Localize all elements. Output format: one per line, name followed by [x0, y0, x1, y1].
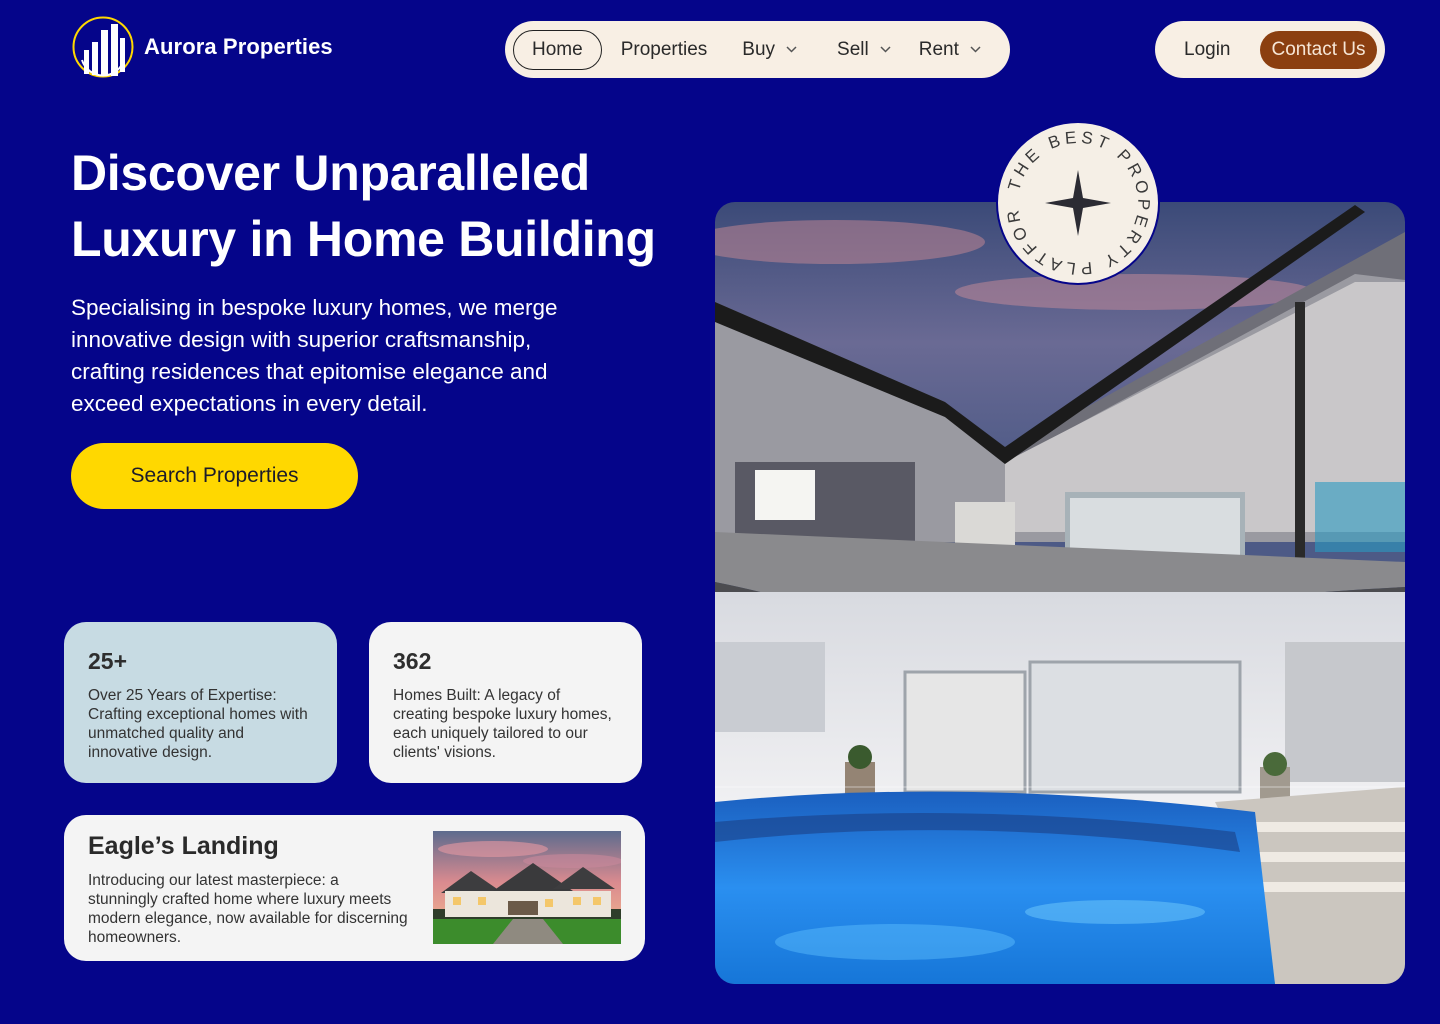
featured-property-card[interactable]: Eagle’s Landing Introducing our latest m… — [64, 815, 645, 961]
nav-properties-label: Properties — [620, 38, 708, 60]
brand-name: Aurora Properties — [144, 34, 333, 59]
best-platform-badge: THE BEST PROPERTY PLATFORM — [995, 120, 1160, 285]
page: Aurora Properties Home Properties Buy Se… — [0, 0, 1440, 1024]
contact-us-button[interactable]: Contact Us — [1259, 30, 1378, 69]
stat-description: Over 25 Years of Expertise: Crafting exc… — [88, 687, 308, 761]
main-nav: Home Properties Buy Sell Rent — [505, 21, 1010, 78]
nav-rent[interactable]: Rent — [919, 30, 981, 70]
hero-title-line-1: Discover Unparalleled — [71, 145, 590, 201]
login-link[interactable]: Login — [1184, 39, 1231, 61]
building-icon — [72, 16, 134, 78]
hero-house-image — [715, 202, 1405, 984]
auth-nav: Login Contact Us — [1155, 21, 1385, 78]
hero-subtitle: Specialising in bespoke luxury homes, we… — [71, 295, 558, 416]
hero-title-line-2: Luxury in Home Building — [71, 211, 656, 267]
chevron-down-icon — [880, 46, 891, 53]
nav-sell[interactable]: Sell — [837, 30, 891, 70]
nav-buy[interactable]: Buy — [742, 30, 797, 70]
stat-number: 25+ — [88, 648, 128, 674]
stat-card-homes-built: 362 Homes Built: A legacy of creating be… — [369, 622, 642, 783]
featured-property-description: Introducing our latest masterpiece: a st… — [88, 872, 408, 946]
nav-rent-label: Rent — [918, 38, 959, 60]
brand-logo[interactable]: Aurora Properties — [72, 16, 333, 78]
nav-sell-label: Sell — [837, 38, 869, 60]
stat-card-experience: 25+ Over 25 Years of Expertise: Crafting… — [64, 622, 337, 783]
nav-buy-label: Buy — [742, 38, 776, 60]
stat-number: 362 — [393, 648, 432, 674]
nav-home[interactable]: Home — [513, 29, 602, 70]
hero-title: Discover Unparalleled Luxury in Home Bui… — [71, 140, 711, 272]
nav-home-label: Home — [532, 38, 583, 60]
search-properties-button[interactable]: Search Properties — [71, 443, 358, 509]
chevron-down-icon — [786, 46, 797, 53]
stat-description: Homes Built: A legacy of creating bespok… — [393, 687, 612, 761]
featured-property-image[interactable] — [433, 831, 621, 944]
nav-properties[interactable]: Properties — [621, 30, 708, 70]
featured-property-title: Eagle’s Landing — [88, 832, 279, 860]
chevron-down-icon — [970, 46, 981, 53]
